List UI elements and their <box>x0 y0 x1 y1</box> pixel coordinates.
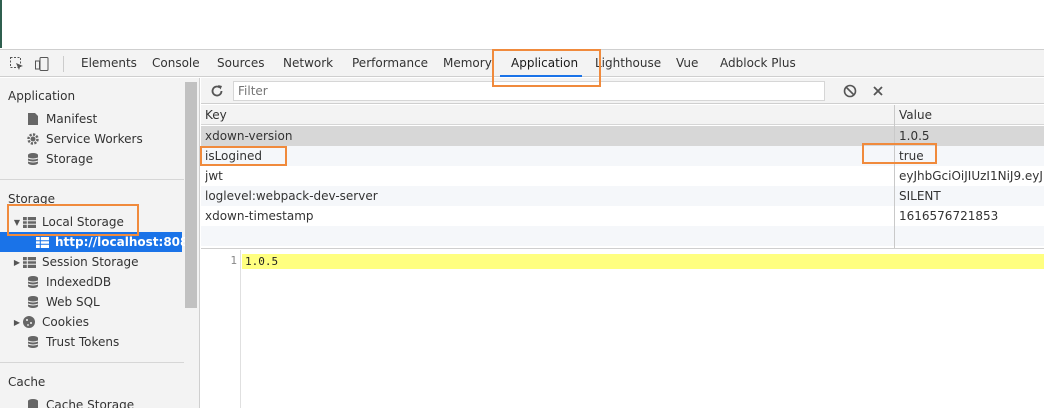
row-key: jwt <box>205 169 223 183</box>
database-icon <box>26 398 40 408</box>
row-value: eyJhbGciOiJIUzI1NiJ9.eyJleH <box>899 169 1044 183</box>
row-key: isLogined <box>205 149 262 163</box>
sidebar-item-label: Storage <box>46 152 93 166</box>
row-key: xdown-timestamp <box>205 209 314 223</box>
sidebar-item-label: Manifest <box>46 112 98 126</box>
row-value: true <box>899 149 924 163</box>
row-value: 1616576721853 <box>899 209 999 223</box>
filter-input[interactable] <box>233 81 825 101</box>
sidebar-scrollbar[interactable] <box>185 82 197 308</box>
sidebar-item-storage[interactable]: Storage <box>0 149 182 169</box>
tab-console[interactable]: Console <box>152 50 200 77</box>
sidebar-item-cache-storage[interactable]: Cache Storage <box>0 395 182 408</box>
column-header-key[interactable]: Key <box>205 105 227 125</box>
tab-network[interactable]: Network <box>283 50 333 77</box>
chevron-right-icon[interactable]: ▶ <box>12 318 22 327</box>
tab-performance[interactable]: Performance <box>352 50 428 77</box>
sidebar-section-cache: Cache <box>8 375 46 389</box>
preview-content: 1.0.5 <box>245 255 279 268</box>
sidebar-section-storage: Storage <box>8 192 55 206</box>
refresh-icon[interactable] <box>208 82 226 100</box>
sidebar-item-label: http://localhost:8080 <box>55 235 197 249</box>
tab-lighthouse[interactable]: Lighthouse <box>595 50 661 77</box>
gear-icon <box>26 132 40 146</box>
sidebar-item-label: Trust Tokens <box>46 335 120 349</box>
clear-all-icon[interactable] <box>841 82 859 100</box>
sidebar-item-manifest[interactable]: Manifest <box>0 109 182 129</box>
sidebar-item-service-workers[interactable]: Service Workers <box>0 129 182 149</box>
database-icon <box>26 335 40 349</box>
sidebar-item-label: Cookies <box>42 315 89 329</box>
database-icon <box>26 275 40 289</box>
column-header-value[interactable]: Value <box>899 105 932 125</box>
toolbar-separator <box>63 56 64 72</box>
grid-icon <box>22 255 36 269</box>
table-header: Key Value <box>201 105 1044 125</box>
active-tab-indicator <box>500 75 582 77</box>
table-row[interactable]: jwt eyJhbGciOiJIUzI1NiJ9.eyJleH <box>201 166 1044 186</box>
sidebar-item-trust-tokens[interactable]: Trust Tokens <box>0 332 182 352</box>
tab-vue[interactable]: Vue <box>676 50 698 77</box>
tab-application[interactable]: Application <box>511 50 578 77</box>
tab-adblock-plus[interactable]: Adblock Plus <box>720 50 796 77</box>
database-icon <box>26 152 40 166</box>
line-number-gutter: 1 <box>201 250 241 408</box>
row-key: loglevel:webpack-dev-server <box>205 189 378 203</box>
local-storage-table: Key Value xdown-version 1.0.5 isLogined … <box>201 105 1044 249</box>
cookie-icon <box>22 315 36 329</box>
line-number: 1 <box>230 254 237 267</box>
column-divider[interactable] <box>894 105 895 249</box>
row-key: xdown-version <box>205 129 293 143</box>
sidebar-item-label: Session Storage <box>42 255 139 269</box>
table-row[interactable]: isLogined true <box>201 146 1044 166</box>
chevron-right-icon[interactable]: ▶ <box>12 258 22 267</box>
application-sidebar: Application Manifest Service Workers Sto… <box>0 78 200 408</box>
window-edge <box>0 0 2 48</box>
device-toggle-icon[interactable] <box>33 55 51 73</box>
page-background <box>0 0 1044 48</box>
chevron-down-icon[interactable]: ▼ <box>12 218 22 227</box>
row-value: SILENT <box>899 189 941 203</box>
sidebar-divider <box>0 179 184 180</box>
sidebar-item-label: Local Storage <box>42 215 124 229</box>
file-icon <box>26 112 40 126</box>
sidebar-item-localhost-8080[interactable]: http://localhost:8080 <box>0 232 197 252</box>
sidebar-item-web-sql[interactable]: Web SQL <box>0 292 182 312</box>
sidebar-item-local-storage[interactable]: ▼ Local Storage <box>0 212 182 232</box>
sidebar-item-cookies[interactable]: ▶ Cookies <box>0 312 182 332</box>
table-row[interactable]: xdown-version 1.0.5 <box>201 126 1044 146</box>
tab-sources[interactable]: Sources <box>217 50 264 77</box>
table-bottom-border <box>201 248 1044 249</box>
grid-icon <box>36 235 49 249</box>
sidebar-item-label: Web SQL <box>46 295 100 309</box>
sidebar-item-label: Cache Storage <box>46 398 135 408</box>
database-icon <box>26 295 40 309</box>
sidebar-section-application: Application <box>8 89 76 103</box>
table-row[interactable]: xdown-timestamp 1616576721853 <box>201 206 1044 226</box>
table-row-empty <box>201 226 1044 246</box>
tab-elements[interactable]: Elements <box>81 50 137 77</box>
storage-toolbar <box>201 78 1044 104</box>
delete-selected-icon[interactable] <box>869 82 887 100</box>
sidebar-divider <box>0 362 184 363</box>
inspect-icon[interactable] <box>8 55 26 73</box>
devtools-tabbar: Elements Console Sources Network Perform… <box>0 49 1044 77</box>
row-value: 1.0.5 <box>899 129 930 143</box>
sidebar-item-label: IndexedDB <box>46 275 112 289</box>
table-row[interactable]: loglevel:webpack-dev-server SILENT <box>201 186 1044 206</box>
sidebar-item-indexeddb[interactable]: IndexedDB <box>0 272 182 292</box>
value-preview-editor[interactable]: 1 1.0.5 <box>201 250 1044 408</box>
sidebar-item-label: Service Workers <box>46 132 143 146</box>
highlighted-line <box>242 254 1044 269</box>
tab-memory[interactable]: Memory <box>443 50 492 77</box>
grid-icon <box>22 215 36 229</box>
sidebar-item-session-storage[interactable]: ▶ Session Storage <box>0 252 182 272</box>
